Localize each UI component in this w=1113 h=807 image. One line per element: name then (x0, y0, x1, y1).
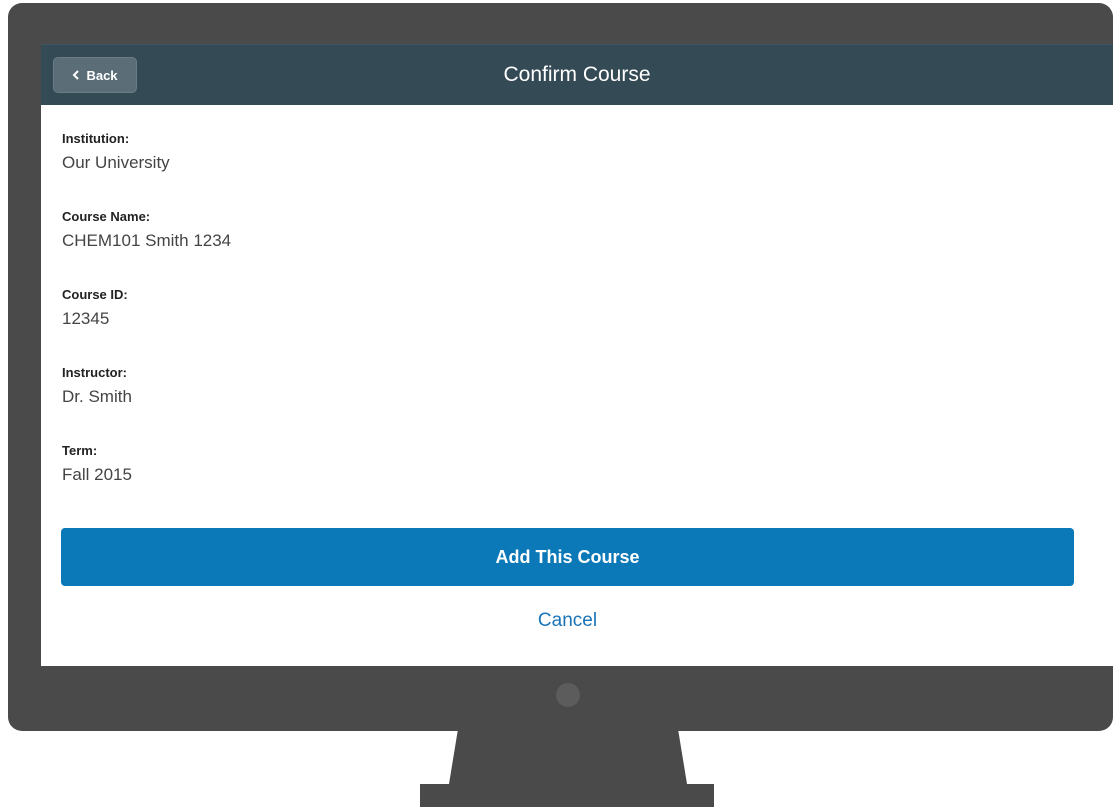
institution-value: Our University (62, 153, 170, 172)
power-button-icon (556, 683, 580, 707)
course-id-value: 12345 (62, 309, 110, 328)
course-id-label: Course ID: (62, 287, 128, 302)
navigation-bar: Confirm Course Back (41, 44, 1113, 105)
app-screen: Confirm Course Back Institution: Our Uni… (41, 44, 1113, 666)
term-label: Term: (62, 443, 98, 458)
term-value: Fall 2015 (62, 465, 132, 484)
course-details: Institution: Our University Course Name:… (62, 130, 1092, 520)
back-button-label: Back (86, 67, 118, 83)
field-course-id: Course ID: 12345 (62, 286, 1092, 364)
institution-label: Institution: (62, 131, 130, 146)
instructor-value: Dr. Smith (62, 387, 132, 406)
field-institution: Institution: Our University (62, 130, 1092, 208)
course-name-value: CHEM101 Smith 1234 (62, 231, 232, 250)
add-course-button[interactable]: Add This Course (61, 528, 1074, 586)
course-name-label: Course Name: (62, 209, 151, 224)
chevron-left-icon (73, 70, 80, 80)
back-button[interactable]: Back (53, 57, 137, 93)
monitor-illustration: Confirm Course Back Institution: Our Uni… (0, 0, 1113, 807)
cancel-link[interactable]: Cancel (41, 610, 1094, 632)
field-instructor: Instructor: Dr. Smith (62, 364, 1092, 442)
page-title: Confirm Course (503, 63, 651, 86)
instructor-label: Instructor: (62, 365, 127, 380)
field-term: Term: Fall 2015 (62, 442, 1092, 520)
field-course-name: Course Name: CHEM101 Smith 1234 (62, 208, 1092, 286)
